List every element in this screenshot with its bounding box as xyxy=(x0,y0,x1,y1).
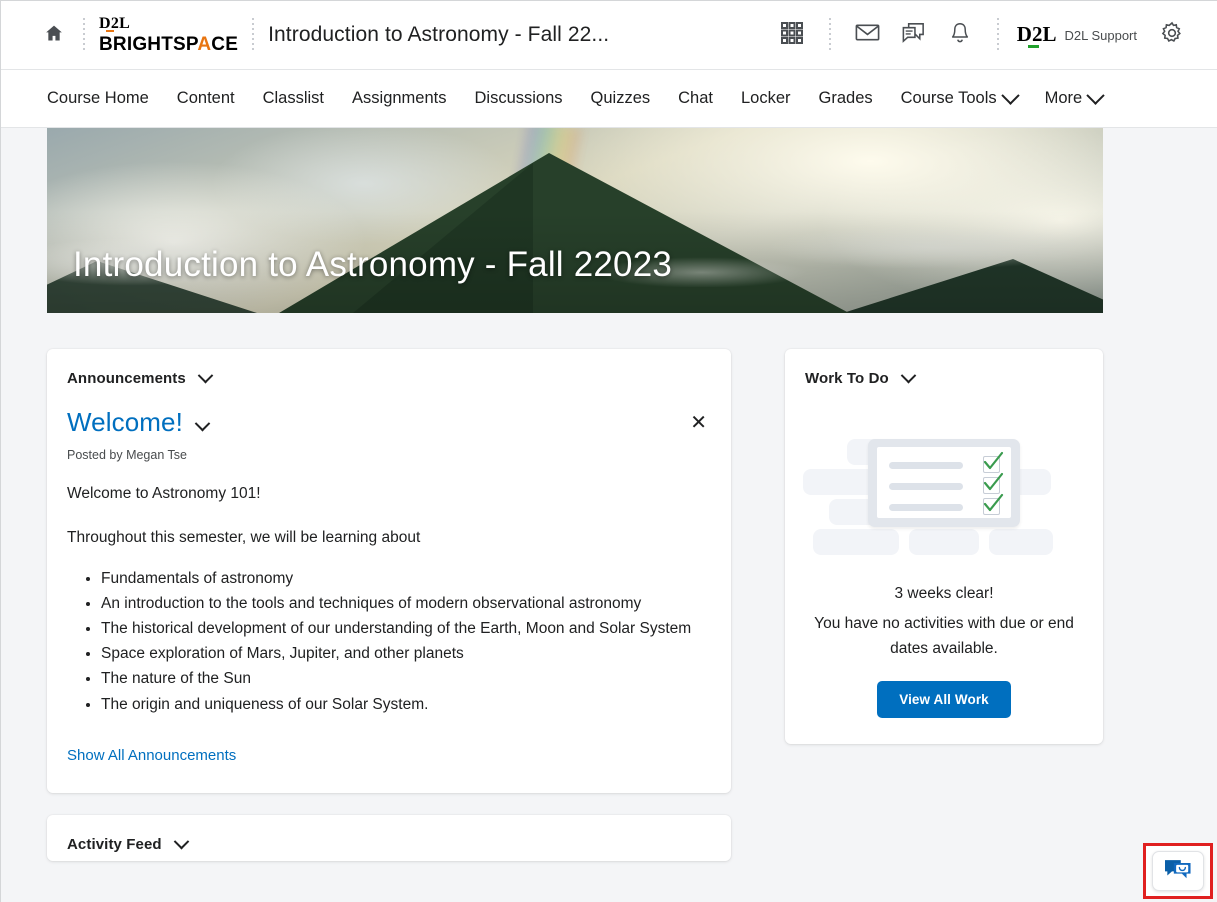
header-divider-2 xyxy=(252,18,255,52)
brand-logo-brightspace: BRIGHTSPACE xyxy=(99,34,239,55)
widget-column-right: Work To Do 3 weeks clear! You have no ac… xyxy=(785,349,1103,745)
avatar-logo-text: D2L xyxy=(1016,21,1057,46)
list-item: The nature of the Sun xyxy=(101,666,711,691)
widget-column-left: Announcements Welcome! ✕ Posted by Megan… xyxy=(47,349,731,861)
list-item: The origin and uniqueness of our Solar S… xyxy=(101,692,711,717)
nav-label: Course Tools xyxy=(900,89,997,107)
announcements-widget-header: Announcements xyxy=(47,349,731,387)
chevron-down-icon xyxy=(1000,86,1020,105)
work-to-do-widget: Work To Do 3 weeks clear! You have no ac… xyxy=(785,349,1103,745)
announcement-posted-by: Posted by Megan Tse xyxy=(67,448,187,462)
work-to-do-body: 3 weeks clear! You have no activities wi… xyxy=(785,403,1103,744)
home-icon xyxy=(44,23,64,48)
activity-feed-widget-title: Activity Feed xyxy=(67,835,162,853)
work-to-do-message-primary: 3 weeks clear! xyxy=(894,585,994,602)
list-item: The historical development of our unders… xyxy=(101,616,711,641)
chevron-down-icon xyxy=(1086,86,1105,105)
nav-label: Chat xyxy=(678,89,713,107)
header-divider-4 xyxy=(996,18,999,52)
nav-label: Quizzes xyxy=(590,89,651,107)
chevron-down-icon[interactable] xyxy=(173,833,189,850)
course-banner: Introduction to Astronomy - Fall 22023 xyxy=(47,128,1103,313)
nav-item-content[interactable]: Content xyxy=(177,89,235,108)
envelope-icon xyxy=(854,19,881,51)
board-inner xyxy=(877,447,1011,518)
announcement-paragraph-2: Throughout this semester, we will be lea… xyxy=(67,529,421,547)
nav-item-grades[interactable]: Grades xyxy=(819,89,873,108)
notifications-button[interactable] xyxy=(937,12,983,58)
close-icon[interactable]: ✕ xyxy=(686,407,711,433)
list-item: An introduction to the tools and techniq… xyxy=(101,591,711,616)
course-navbar: Course Home Content Classlist Assignment… xyxy=(1,70,1217,128)
nav-item-course-home[interactable]: Course Home xyxy=(47,89,149,108)
view-all-work-button[interactable]: View All Work xyxy=(877,681,1011,719)
brand-logo-d2l: D2L xyxy=(99,15,131,32)
header-divider-3 xyxy=(828,18,831,52)
chevron-down-icon[interactable] xyxy=(900,367,917,384)
main-content: Introduction to Astronomy - Fall 22023 A… xyxy=(1,128,1217,861)
board xyxy=(868,439,1020,527)
nav-item-discussions[interactable]: Discussions xyxy=(475,89,563,108)
nav-label: Classlist xyxy=(262,89,325,107)
announcement-bullet-list: Fundamentals of astronomy An introductio… xyxy=(67,566,711,717)
list-item: Fundamentals of astronomy xyxy=(101,566,711,591)
activity-feed-widget-header: Activity Feed xyxy=(47,815,731,853)
gear-icon xyxy=(1159,20,1185,51)
show-all-announcements-link[interactable]: Show All Announcements xyxy=(67,747,236,764)
header-course-title[interactable]: Introduction to Astronomy - Fall 22... xyxy=(268,23,609,47)
chat-launcher-button[interactable] xyxy=(1152,851,1204,891)
settings-button[interactable] xyxy=(1149,12,1195,58)
course-selector-button[interactable] xyxy=(769,12,815,58)
nav-label: Discussions xyxy=(474,89,563,107)
nav-label: Content xyxy=(176,89,235,107)
user-name[interactable]: D2L Support xyxy=(1064,28,1137,43)
list-item: Space exploration of Mars, Jupiter, and … xyxy=(101,641,711,666)
chat-bubble-icon xyxy=(900,19,927,51)
nav-label: Assignments xyxy=(352,89,447,107)
nav-item-chat[interactable]: Chat xyxy=(678,89,713,108)
global-header: D2L BRIGHTSPACE Introduction to Astronom… xyxy=(1,1,1217,70)
announcements-widget-title: Announcements xyxy=(67,370,186,387)
announcement-paragraph-1: Welcome to Astronomy 101! xyxy=(67,485,261,502)
messages-button[interactable] xyxy=(845,12,891,58)
chat-smiley-icon xyxy=(1163,856,1193,887)
header-divider-1 xyxy=(83,18,85,52)
work-to-do-widget-title: Work To Do xyxy=(805,370,889,387)
nav-label: Course Home xyxy=(47,89,149,107)
chevron-down-icon[interactable] xyxy=(194,415,211,432)
nav-item-course-tools[interactable]: Course Tools xyxy=(900,86,1020,108)
nav-label: Locker xyxy=(741,89,791,107)
check-icon xyxy=(983,493,1004,515)
brightspace-logo[interactable]: D2L BRIGHTSPACE xyxy=(99,15,239,55)
work-to-do-widget-header: Work To Do xyxy=(785,349,1103,387)
nav-item-locker[interactable]: Locker xyxy=(741,89,791,108)
nav-label: More xyxy=(1044,89,1083,107)
activity-feed-widget: Activity Feed xyxy=(47,814,731,861)
work-to-do-message-secondary: You have no activities with due or end d… xyxy=(814,615,1074,658)
nav-item-more[interactable]: More xyxy=(1044,86,1105,108)
nav-item-quizzes[interactable]: Quizzes xyxy=(591,89,651,108)
announcement-title[interactable]: Welcome! xyxy=(67,407,183,438)
home-button[interactable] xyxy=(39,20,69,50)
subscriptions-button[interactable] xyxy=(891,12,937,58)
announcement-header-row: Welcome! ✕ xyxy=(67,407,711,438)
bell-icon xyxy=(947,20,973,51)
checklist-board-illustration xyxy=(803,403,1083,573)
widget-grid: Announcements Welcome! ✕ Posted by Megan… xyxy=(47,313,1171,861)
browser-viewport: D2L BRIGHTSPACE Introduction to Astronom… xyxy=(0,0,1217,902)
announcements-body: Welcome! ✕ Posted by Megan Tse Welcome t… xyxy=(47,407,731,793)
announcements-widget: Announcements Welcome! ✕ Posted by Megan… xyxy=(47,349,731,793)
banner-course-title: Introduction to Astronomy - Fall 22023 xyxy=(73,245,673,284)
chevron-down-icon[interactable] xyxy=(197,367,214,384)
nav-label: Grades xyxy=(818,89,873,107)
nav-item-classlist[interactable]: Classlist xyxy=(263,89,324,108)
avatar[interactable]: D2L xyxy=(1016,21,1057,49)
header-actions: D2L D2L Support xyxy=(769,12,1217,58)
banner-vignette xyxy=(47,128,1103,313)
waffle-grid-icon xyxy=(780,21,804,50)
nav-item-assignments[interactable]: Assignments xyxy=(352,89,446,108)
